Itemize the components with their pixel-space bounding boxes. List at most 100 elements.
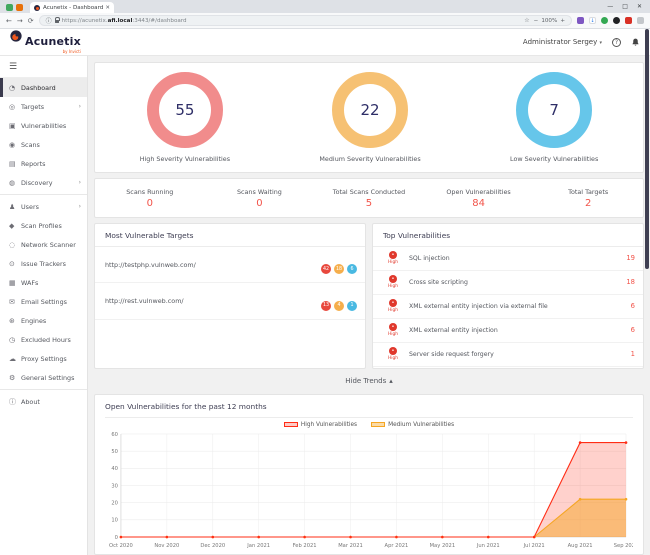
browser-urlbar: ← → ⟳ ⓘ https://acunetix.afi.local:3443/…: [0, 13, 650, 29]
vulnerability-name[interactable]: XML external entity injection via extern…: [409, 303, 631, 310]
sidebar-item-about[interactable]: ⓘAbout: [0, 392, 87, 411]
logo-text: Acunetix: [25, 35, 81, 48]
vulnerability-row[interactable]: •HighSQL injection19: [373, 247, 643, 271]
site-info-icon[interactable]: ⓘ: [46, 16, 52, 25]
reload-button[interactable]: ⟳: [28, 17, 34, 25]
notifications-bell-icon[interactable]: [631, 38, 640, 47]
stat-value[interactable]: 0: [95, 198, 205, 209]
sidebar-item-targets[interactable]: ◎Targets›: [0, 97, 87, 116]
sidebar-item-excluded-hours[interactable]: ◷Excluded Hours: [0, 330, 87, 349]
vulnerability-row[interactable]: •HighXML external entity injection via e…: [373, 295, 643, 319]
help-icon[interactable]: ?: [612, 38, 621, 47]
window-maximize-button[interactable]: □: [622, 3, 628, 10]
stat-value[interactable]: 5: [314, 198, 424, 209]
svg-text:Feb 2021: Feb 2021: [293, 543, 317, 549]
discovery-icon: ◍: [9, 179, 21, 187]
trends-chart-card: Open Vulnerabilities for the past 12 mon…: [94, 394, 644, 555]
acunetix-logo[interactable]: Acunetix by Invicti: [10, 30, 81, 55]
svg-text:60: 60: [111, 432, 118, 438]
acunetix-favicon: [34, 5, 40, 11]
sidebar-item-network-scanner[interactable]: ◌Network Scanner: [0, 235, 87, 254]
severity-donut-high[interactable]: 55High Severity Vulnerabilities: [140, 72, 230, 163]
sidebar-item-vulnerabilities[interactable]: ▣Vulnerabilities: [0, 116, 87, 135]
zoom-out-button[interactable]: −: [534, 18, 539, 24]
medium-count-badge: 18: [334, 264, 344, 274]
severity-donut-low[interactable]: 7Low Severity Vulnerabilities: [510, 72, 598, 163]
wafs-icon: ▦: [9, 279, 21, 287]
stat-total-scans-conducted: Total Scans Conducted5: [314, 188, 424, 209]
sidebar-item-scan-profiles[interactable]: ◆Scan Profiles: [0, 216, 87, 235]
stat-label: Open Vulnerabilities: [424, 188, 534, 196]
sidebar-item-label: About: [21, 398, 40, 406]
vulnerability-name[interactable]: Cross site scripting: [409, 279, 626, 286]
vulnerability-count: 1: [631, 350, 635, 358]
address-bar[interactable]: ⓘ https://acunetix.afi.local:3443/#/dash…: [39, 15, 572, 26]
sidebar-item-users[interactable]: ♟Users›: [0, 197, 87, 216]
target-row[interactable]: http://rest.vulnweb.com/1341: [95, 283, 365, 320]
vulnerability-row[interactable]: •HighXML external entity injection6: [373, 319, 643, 343]
severity-label: High: [388, 332, 398, 337]
zoom-level[interactable]: 100%: [541, 18, 557, 24]
forward-button[interactable]: →: [17, 17, 23, 25]
target-url-link[interactable]: http://testphp.vulnweb.com/: [105, 261, 318, 269]
target-url-link[interactable]: http://rest.vulnweb.com/: [105, 297, 318, 305]
browser-menu-icon[interactable]: [637, 17, 644, 24]
extension-icon-2[interactable]: [601, 17, 608, 24]
low-count-badge: 6: [347, 264, 357, 274]
sidebar-item-label: Scan Profiles: [21, 222, 62, 230]
sidebar-collapse-button[interactable]: ☰: [0, 56, 87, 78]
sidebar-item-scans[interactable]: ◉Scans: [0, 135, 87, 154]
pinned-tab-icon-green[interactable]: [6, 4, 13, 11]
vulnerability-row[interactable]: •HighServer side request forgery1: [373, 343, 643, 367]
sidebar-item-general-settings[interactable]: ⚙General Settings: [0, 368, 87, 387]
extension-icon-4[interactable]: [625, 17, 632, 24]
dashboard-icon: ◔: [9, 84, 21, 92]
sidebar-item-dashboard[interactable]: ◔Dashboard: [0, 78, 87, 97]
page-scrollbar[interactable]: [645, 29, 649, 269]
stat-value[interactable]: 0: [205, 198, 315, 209]
vulnerability-name[interactable]: SQL injection: [409, 255, 626, 262]
sidebar-item-reports[interactable]: ▤Reports: [0, 154, 87, 173]
sidebar-item-engines[interactable]: ⊛Engines: [0, 311, 87, 330]
extension-icon-1[interactable]: [577, 17, 584, 24]
hide-trends-button[interactable]: Hide Trends ▴: [94, 374, 644, 389]
browser-tab[interactable]: Acunetix - Dashboard ✕: [30, 2, 114, 13]
svg-text:30: 30: [111, 483, 118, 489]
sidebar-item-wafs[interactable]: ▦WAFs: [0, 273, 87, 292]
vulnerability-name[interactable]: XML external entity injection: [409, 327, 631, 334]
stat-scans-running: Scans Running0: [95, 188, 205, 209]
stat-open-vulnerabilities: Open Vulnerabilities 84: [424, 188, 534, 209]
stat-value[interactable]: 84: [424, 198, 534, 209]
top-vulnerabilities-panel: Top Vulnerabilities •HighSQL injection19…: [372, 223, 644, 369]
low-count-badge: 1: [347, 301, 357, 311]
network-scanner-icon: ◌: [9, 241, 21, 249]
chevron-right-icon: ›: [79, 103, 81, 110]
zoom-in-button[interactable]: +: [560, 18, 565, 24]
vulnerability-row[interactable]: •HighCross site scripting18: [373, 271, 643, 295]
svg-text:Jan 2021: Jan 2021: [246, 543, 270, 549]
sidebar-item-proxy-settings[interactable]: ☁Proxy Settings: [0, 349, 87, 368]
sidebar-item-email-settings[interactable]: ✉Email Settings: [0, 292, 87, 311]
user-menu[interactable]: Administrator Sergey ▾: [523, 38, 602, 46]
most-vulnerable-targets-panel: Most Vulnerable Targets http://testphp.v…: [94, 223, 366, 369]
window-close-button[interactable]: ✕: [637, 3, 642, 10]
extension-icon-3[interactable]: [613, 17, 620, 24]
back-button[interactable]: ←: [6, 17, 12, 25]
severity-donut-medium[interactable]: 22Medium Severity Vulnerabilities: [319, 72, 420, 163]
svg-text:Sep 2021: Sep 2021: [614, 543, 633, 549]
bookmark-star-icon[interactable]: ☆: [524, 17, 529, 24]
window-minimize-button[interactable]: —: [607, 3, 613, 10]
stat-value[interactable]: 2: [533, 198, 643, 209]
vulnerability-name[interactable]: Server side request forgery: [409, 351, 631, 358]
sidebar-item-issue-trackers[interactable]: ⊙Issue Trackers: [0, 254, 87, 273]
target-row[interactable]: http://testphp.vulnweb.com/42186: [95, 247, 365, 284]
tab-close-icon[interactable]: ✕: [105, 5, 110, 11]
donut-label: Low Severity Vulnerabilities: [510, 155, 598, 163]
high-series-swatch: [284, 422, 298, 427]
severity-label: High: [388, 260, 398, 265]
panel-title: Most Vulnerable Targets: [95, 224, 365, 247]
download-icon[interactable]: ↓: [589, 17, 596, 24]
logo-subtext: by Invicti: [25, 49, 81, 54]
sidebar-item-discovery[interactable]: ◍Discovery›: [0, 173, 87, 192]
pinned-tab-icon-orange[interactable]: [16, 4, 23, 11]
